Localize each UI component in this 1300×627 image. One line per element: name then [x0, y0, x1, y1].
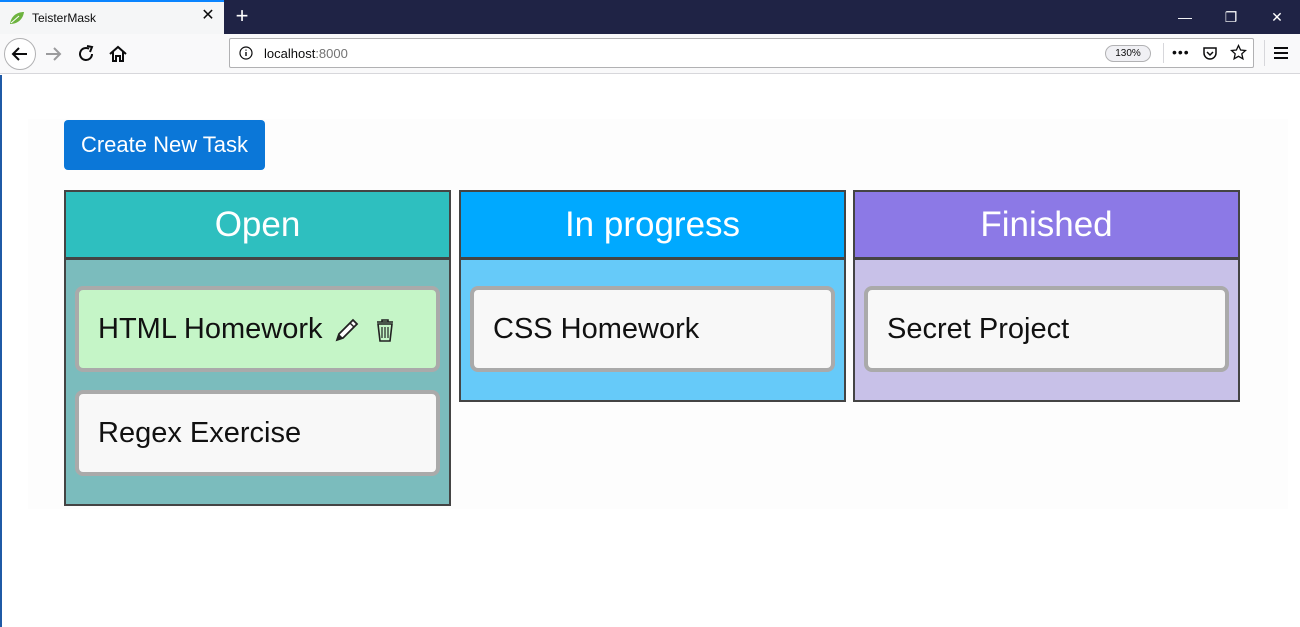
window-restore-button[interactable]: ❐ — [1208, 0, 1254, 34]
arrow-right-icon[interactable] — [42, 42, 66, 66]
window-close-button[interactable]: ✕ — [1254, 0, 1300, 34]
page-actions-icon[interactable]: ••• — [1172, 44, 1190, 60]
home-icon[interactable] — [106, 42, 130, 66]
arrow-left-icon — [11, 47, 27, 61]
back-button[interactable] — [4, 38, 36, 70]
info-icon[interactable] — [239, 46, 253, 60]
toolbar-divider — [1264, 40, 1265, 66]
task-name: CSS Homework — [493, 313, 700, 345]
page-content: Create New Task Open HTML Homework Regex… — [0, 75, 1300, 627]
task-card[interactable]: Regex Exercise — [75, 390, 440, 476]
bookmark-star-icon[interactable] — [1230, 44, 1247, 61]
url-host: localhost — [264, 46, 316, 61]
create-task-button[interactable]: Create New Task — [64, 120, 265, 170]
task-name: Secret Project — [887, 313, 1070, 345]
browser-titlebar: TeisterMask ✕ + — ❐ ✕ — [0, 0, 1300, 34]
task-name: HTML Homework — [98, 313, 323, 345]
window-minimize-button[interactable]: — — [1162, 0, 1208, 34]
task-card[interactable]: HTML Homework — [75, 286, 440, 372]
spring-leaf-icon — [10, 12, 24, 24]
pocket-icon[interactable] — [1202, 45, 1218, 61]
column-header: In progress — [461, 192, 844, 260]
column-header: Finished — [855, 192, 1238, 260]
url-separator — [1163, 43, 1164, 63]
menu-icon[interactable] — [1274, 47, 1288, 59]
column-header: Open — [66, 192, 449, 260]
column-finished: Finished Secret Project — [853, 190, 1240, 402]
task-card[interactable]: Secret Project — [864, 286, 1229, 372]
url-bar[interactable]: localhost:8000 130% ••• — [229, 38, 1254, 68]
task-name: Regex Exercise — [98, 417, 302, 449]
column-body: HTML Homework Regex Exercise — [66, 260, 449, 504]
reload-icon[interactable] — [74, 42, 98, 66]
new-tab-button[interactable]: + — [232, 4, 252, 28]
task-card[interactable]: CSS Homework — [470, 286, 835, 372]
column-body: Secret Project — [855, 260, 1238, 400]
zoom-badge[interactable]: 130% — [1105, 45, 1151, 62]
column-in-progress: In progress CSS Homework — [459, 190, 846, 402]
column-body: CSS Homework — [461, 260, 844, 400]
column-open: Open HTML Homework Regex Exercise — [64, 190, 451, 506]
url-port: :8000 — [315, 46, 348, 61]
tab-title: TeisterMask — [32, 11, 97, 25]
trash-icon[interactable] — [371, 316, 399, 344]
browser-tab[interactable]: TeisterMask ✕ — [0, 0, 224, 34]
pencil-icon[interactable] — [333, 316, 361, 344]
browser-navbar: localhost:8000 130% ••• — [0, 34, 1300, 74]
tab-close-icon[interactable]: ✕ — [200, 8, 216, 24]
url-text[interactable]: localhost:8000 — [264, 46, 348, 61]
